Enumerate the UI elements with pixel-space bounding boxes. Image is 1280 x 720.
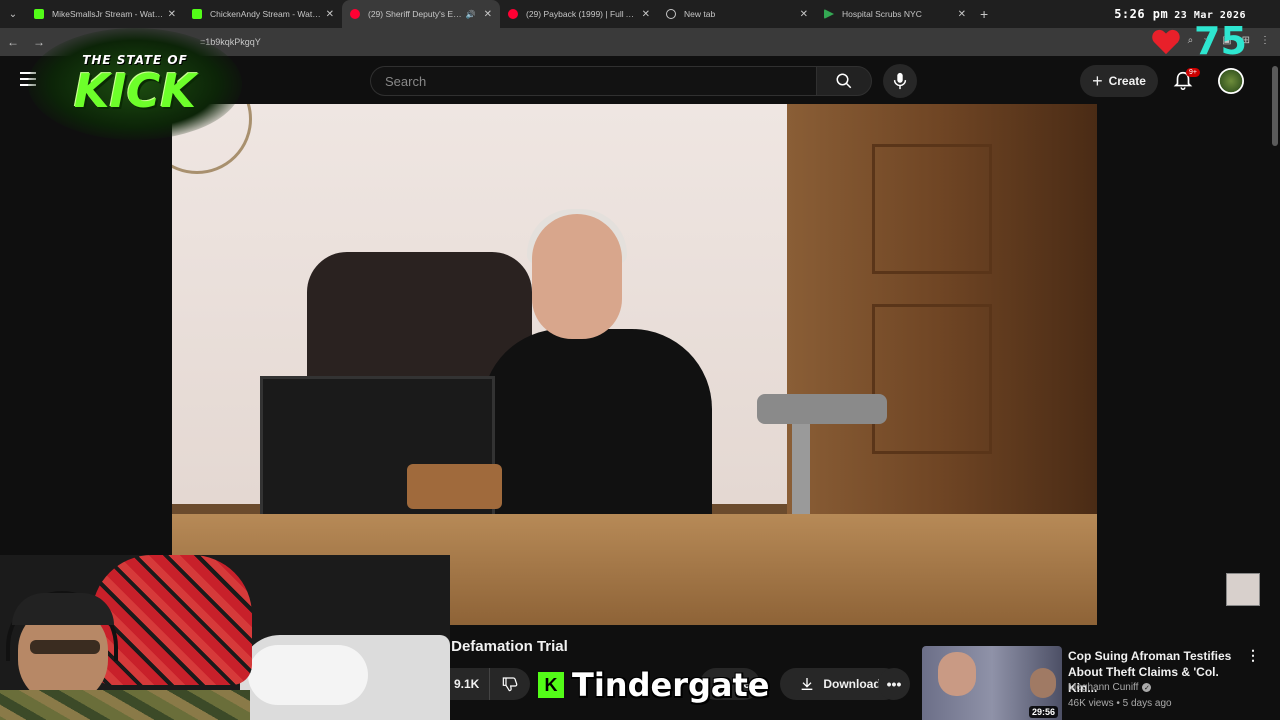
- webcam-plaid-hood: [92, 555, 252, 685]
- account-avatar[interactable]: [1218, 68, 1244, 94]
- create-label: Create: [1108, 74, 1146, 88]
- search-input[interactable]: Search: [370, 66, 816, 96]
- video-player[interactable]: [172, 104, 1097, 625]
- back-arrow-icon[interactable]: ←: [0, 35, 26, 49]
- player-corner-avatar[interactable]: [1226, 573, 1260, 606]
- voice-search-button[interactable]: [883, 64, 917, 98]
- view-count: 46K views: [1068, 698, 1114, 709]
- judge-head: [532, 214, 622, 339]
- logo-main-text: KICK: [73, 64, 197, 118]
- kick-icon: K: [538, 672, 564, 698]
- upload-age: 5 days ago: [1122, 698, 1172, 709]
- gavel-block: [407, 464, 502, 509]
- youtube-icon: [350, 9, 360, 19]
- video-duration: 29:56: [1028, 706, 1058, 718]
- thumbs-down-icon: [503, 677, 518, 692]
- viewer-count: 75: [1194, 19, 1247, 63]
- recommended-thumbnail[interactable]: 29:56: [922, 646, 1062, 720]
- recommended-video[interactable]: 29:56 Cop Suing Afroman Testifies About …: [922, 646, 1262, 720]
- tab-close-icon[interactable]: ✕: [168, 9, 176, 20]
- play-icon: [824, 9, 834, 19]
- banner-text: Tindergate: [572, 666, 770, 704]
- download-label: Download: [823, 677, 881, 691]
- streamer-webcam: [0, 555, 450, 720]
- tab-close-icon[interactable]: ✕: [800, 9, 808, 20]
- like-count: 9.1K: [454, 677, 480, 691]
- new-tab-plus-icon[interactable]: +: [980, 6, 988, 22]
- search-icon: [836, 73, 852, 89]
- browser-tab[interactable]: ChickenAndy Stream - Watch Li ✕: [184, 0, 342, 28]
- webcam-cap: [12, 593, 114, 625]
- chrome-icon: [666, 9, 676, 19]
- channel-name: Meghann Cuniff: [1068, 682, 1139, 693]
- forward-arrow-icon[interactable]: →: [26, 35, 52, 49]
- tab-label: Hospital Scrubs NYC: [842, 9, 922, 19]
- more-vertical-icon[interactable]: ⋮: [1246, 648, 1260, 662]
- tab-label: (29) Payback (1999) | Full Actio: [526, 9, 638, 19]
- search-button[interactable]: [816, 66, 872, 96]
- create-button[interactable]: + Create: [1080, 65, 1158, 97]
- tab-search-icon[interactable]: ⌄: [0, 0, 26, 28]
- tab-label: ChickenAndy Stream - Watch Li: [210, 9, 322, 19]
- more-actions-button[interactable]: •••: [878, 668, 910, 700]
- browser-tab-active[interactable]: (29) Sheriff Deputy's Ex-Wi 🔊 ✕: [342, 0, 500, 28]
- tab-close-icon[interactable]: ✕: [326, 9, 334, 20]
- notification-count-badge: 9+: [1186, 68, 1200, 77]
- stream-banner: K Tindergate: [538, 666, 770, 704]
- verified-check-icon: ✓: [1142, 683, 1152, 692]
- clock-time: 5:26 pm: [1114, 7, 1169, 21]
- browser-tab-bar: ⌄ MikeSmallsJr Stream - Watch Li ✕ Chick…: [0, 0, 1280, 28]
- more-horizontal-icon: •••: [886, 676, 902, 692]
- tab-label: MikeSmallsJr Stream - Watch Li: [52, 9, 164, 19]
- microphone-stand: [757, 394, 887, 424]
- browser-tab[interactable]: MikeSmallsJr Stream - Watch Li ✕: [26, 0, 184, 28]
- webcam-sunglasses: [30, 640, 100, 654]
- recommended-meta: 46K views • 5 days ago: [1068, 698, 1172, 709]
- kick-icon: [192, 9, 202, 19]
- browser-tab[interactable]: (29) Payback (1999) | Full Actio ✕: [500, 0, 658, 28]
- tab-close-icon[interactable]: ✕: [958, 9, 966, 20]
- recommended-channel[interactable]: Meghann Cuniff ✓: [1068, 682, 1152, 693]
- tab-label: New tab: [684, 9, 716, 19]
- kick-icon: [34, 9, 44, 19]
- webcam-cushion: [248, 645, 368, 705]
- wooden-door: [787, 104, 1097, 524]
- download-icon: [801, 678, 813, 690]
- youtube-icon: [508, 9, 518, 19]
- webcam-camo-shirt: [0, 690, 250, 720]
- judge-robe: [482, 329, 712, 539]
- page-scrollbar[interactable]: [1270, 58, 1280, 720]
- plus-icon: +: [1092, 70, 1103, 91]
- zoom-icon[interactable]: ⌕: [1188, 35, 1194, 46]
- browser-tab[interactable]: Hospital Scrubs NYC ✕: [816, 0, 974, 28]
- tab-close-icon[interactable]: ✕: [484, 9, 492, 20]
- microphone-icon: [893, 72, 907, 90]
- tab-close-icon[interactable]: ✕: [642, 9, 650, 20]
- state-of-kick-logo: THE STATE OF KICK: [28, 28, 242, 140]
- tab-label: (29) Sheriff Deputy's Ex-Wi: [368, 9, 462, 19]
- dislike-button[interactable]: [490, 668, 530, 700]
- browser-tab[interactable]: New tab ✕: [658, 0, 816, 28]
- scrollbar-thumb[interactable]: [1272, 66, 1278, 146]
- heart-icon: [1152, 29, 1180, 55]
- audio-playing-icon[interactable]: 🔊: [466, 10, 476, 19]
- browser-menu-icon[interactable]: ⋮: [1260, 35, 1270, 46]
